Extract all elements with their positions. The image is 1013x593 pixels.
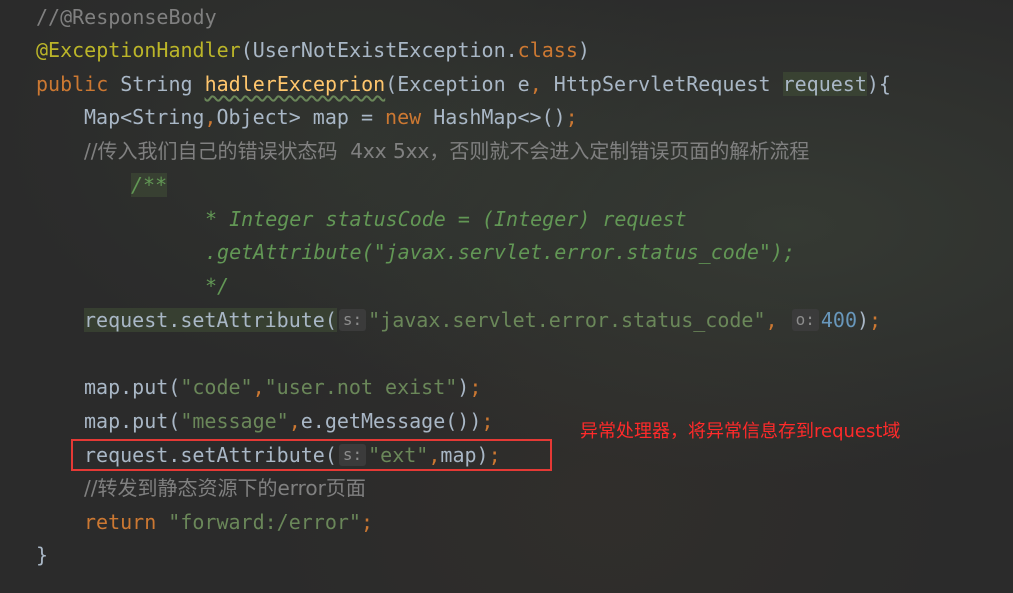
- semicolon: ;: [565, 105, 578, 129]
- code-key-string: "code": [180, 375, 253, 399]
- comment-status-code: //传入我们自己的错误状态码 4xx 5xx，否则就不会进入定制错误页面的解析流…: [84, 139, 810, 163]
- annotation-args: (UserNotExistException.: [240, 38, 518, 62]
- map-put-call: map.put(: [84, 375, 181, 399]
- param-hint-o: o:: [791, 309, 819, 331]
- method-open-brace: ){: [866, 72, 891, 96]
- arg-comma: ,: [252, 375, 265, 399]
- message-key-string: "message": [180, 409, 289, 433]
- code-line-10: request.setAttribute(s: "javax.servlet.er…: [84, 305, 881, 335]
- return-type: String: [108, 72, 205, 96]
- code-line-5: //传入我们自己的错误状态码 4xx 5xx，否则就不会进入定制错误页面的解析流…: [84, 136, 809, 166]
- code-line-2: @ExceptionHandler(UserNotExistException.…: [36, 35, 590, 65]
- public-keyword: public: [36, 72, 109, 96]
- annotation-note: 异常处理器，将异常信息存到request域: [580, 421, 901, 442]
- code-value-string: "user.not exist": [264, 375, 458, 399]
- new-keyword: new: [385, 105, 422, 129]
- set-attribute-call: request.setAttribute(: [84, 308, 337, 332]
- code-line-15: return "forward:/error";: [84, 507, 373, 537]
- method-name[interactable]: hadlerExceprion: [205, 72, 386, 96]
- semicolon: ;: [481, 409, 494, 433]
- param-exception: (Exception e: [385, 72, 530, 96]
- code-line-6: /**: [131, 170, 168, 200]
- annotation-close: ): [577, 38, 590, 62]
- doc-comment-open: /**: [131, 173, 168, 197]
- map-type: Map<String: [84, 105, 205, 129]
- status-code-string: "javax.servlet.error.status_code": [368, 308, 766, 332]
- generic-comma: ,: [204, 105, 217, 129]
- code-line-3: public String hadlerExceprion(Exception …: [36, 69, 891, 99]
- code-line-4: Map<String,Object> map = new HashMap<>()…: [84, 102, 578, 132]
- code-editor[interactable]: //@ResponseBody @ExceptionHandler(UserNo…: [0, 0, 1013, 593]
- method-close-brace: }: [36, 543, 49, 567]
- status-number: 400: [820, 308, 857, 332]
- semicolon: ;: [869, 308, 882, 332]
- code-line-12: map.put("message",e.getMessage());: [84, 406, 493, 436]
- arg-comma: ,: [288, 409, 301, 433]
- highlight-box: [71, 439, 552, 471]
- param-comma: ,: [529, 72, 542, 96]
- code-line-11: map.put("code","user.not exist");: [84, 372, 481, 402]
- return-keyword: return: [84, 510, 157, 534]
- exception-handler-annotation: @ExceptionHandler: [36, 38, 241, 62]
- code-line-1: //@ResponseBody: [36, 2, 217, 32]
- code-line-14: //转发到静态资源下的error页面: [84, 473, 366, 503]
- hashmap-constructor: HashMap<>(): [421, 105, 566, 129]
- get-message-call: e.getMessage()): [300, 409, 482, 433]
- code-line-7: * Integer statusCode = (Integer) request: [205, 204, 687, 234]
- semicolon: ;: [469, 375, 482, 399]
- semicolon: ;: [360, 510, 373, 534]
- comment-forward: //转发到静态资源下的error页面: [84, 476, 366, 500]
- doc-comment-close: */: [205, 274, 230, 298]
- class-keyword: class: [517, 38, 578, 62]
- call-close: ): [856, 308, 870, 332]
- code-line-16: }: [36, 540, 48, 570]
- param-request: request: [782, 72, 867, 96]
- code-line-9: */: [205, 271, 229, 301]
- param-request-type: HttpServletRequest: [541, 72, 783, 96]
- doc-comment-line-2: .getAttribute("javax.servlet.error.statu…: [205, 240, 796, 264]
- call-close: ): [457, 375, 470, 399]
- map-put-call: map.put(: [84, 409, 181, 433]
- comment-response-body: //@ResponseBody: [36, 5, 217, 29]
- doc-comment-line-1: * Integer statusCode = (Integer) request: [205, 207, 687, 231]
- forward-string: "forward:/error": [156, 510, 361, 534]
- arg-comma: ,: [765, 308, 778, 332]
- code-line-8: .getAttribute("javax.servlet.error.statu…: [205, 237, 795, 267]
- map-declaration: Object> map =: [216, 105, 386, 129]
- param-hint-s: s:: [338, 309, 367, 331]
